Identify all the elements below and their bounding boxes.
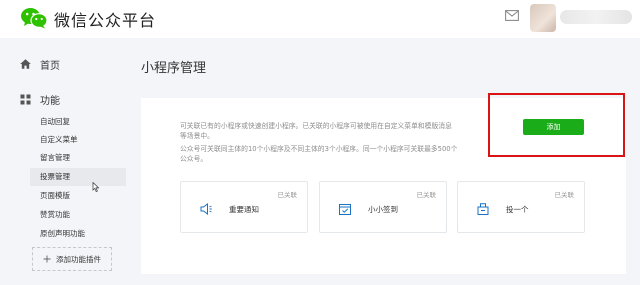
description-line: 等场景中。: [180, 132, 214, 140]
account-name-blurred[interactable]: [560, 10, 632, 24]
page-title: 小程序管理: [141, 61, 207, 76]
home-icon: [20, 59, 31, 69]
sidebar-item-comment-management[interactable]: 留言管理: [40, 149, 70, 167]
mini-program-name: 重要通知: [229, 205, 259, 214]
description-line: 公众号可关联同主体的10个小程序及不同主体的3个小程序。同一个小程序可关联最多5…: [180, 145, 458, 153]
mini-program-name: 投一个: [506, 205, 529, 214]
mini-program-item[interactable]: 已关联 重要通知: [180, 181, 308, 233]
sidebar-item-home-label: 首页: [40, 60, 60, 72]
megaphone-icon: [200, 203, 212, 215]
sidebar-section-functions-label: 功能: [40, 95, 60, 107]
avatar[interactable]: [530, 4, 556, 32]
calendar-check-icon: [339, 204, 351, 215]
ballot-box-icon: [477, 203, 489, 215]
grid-icon: [20, 94, 31, 104]
linked-status: 已关联: [277, 191, 298, 199]
sidebar-section-functions: 功能: [20, 91, 60, 107]
sidebar-item-reward[interactable]: 赞赏功能: [40, 206, 70, 224]
sidebar: 首页 功能 自动回复 自定义菜单 留言管理 投票管理 页面模版 赞赏功能 原创声…: [0, 38, 126, 285]
platform-title: 微信公众平台: [54, 11, 157, 30]
sidebar-item-vote-management[interactable]: 投票管理: [30, 168, 126, 186]
mini-program-item[interactable]: 已关联 投一个: [457, 181, 585, 233]
highlight-annotation-box: [488, 93, 625, 157]
top-bar: 微信公众平台: [0, 0, 640, 38]
mini-program-name: 小小签到: [368, 205, 398, 214]
add-plugin-button[interactable]: 添加功能插件: [32, 247, 112, 271]
sidebar-item-auto-reply[interactable]: 自动回复: [40, 113, 70, 131]
mini-program-item[interactable]: 已关联 小小签到: [319, 181, 447, 233]
description-line: 公众号。: [180, 155, 208, 163]
mouse-pointer-icon: [92, 182, 100, 192]
description-line: 可关联已有的小程序或快速创建小程序。已关联的小程序可被使用在自定义菜单和模版消息: [180, 122, 452, 130]
linked-status: 已关联: [416, 191, 437, 199]
sidebar-item-home[interactable]: 首页: [20, 56, 60, 72]
plus-icon: [43, 255, 51, 263]
linked-status: 已关联: [554, 191, 575, 199]
sidebar-item-page-template[interactable]: 页面模版: [40, 187, 70, 205]
sidebar-item-original-declaration[interactable]: 原创声明功能: [40, 225, 85, 243]
add-plugin-label: 添加功能插件: [56, 254, 101, 264]
wechat-logo-icon[interactable]: [20, 6, 48, 30]
mail-icon[interactable]: [505, 10, 519, 21]
sidebar-item-custom-menu[interactable]: 自定义菜单: [40, 131, 78, 149]
